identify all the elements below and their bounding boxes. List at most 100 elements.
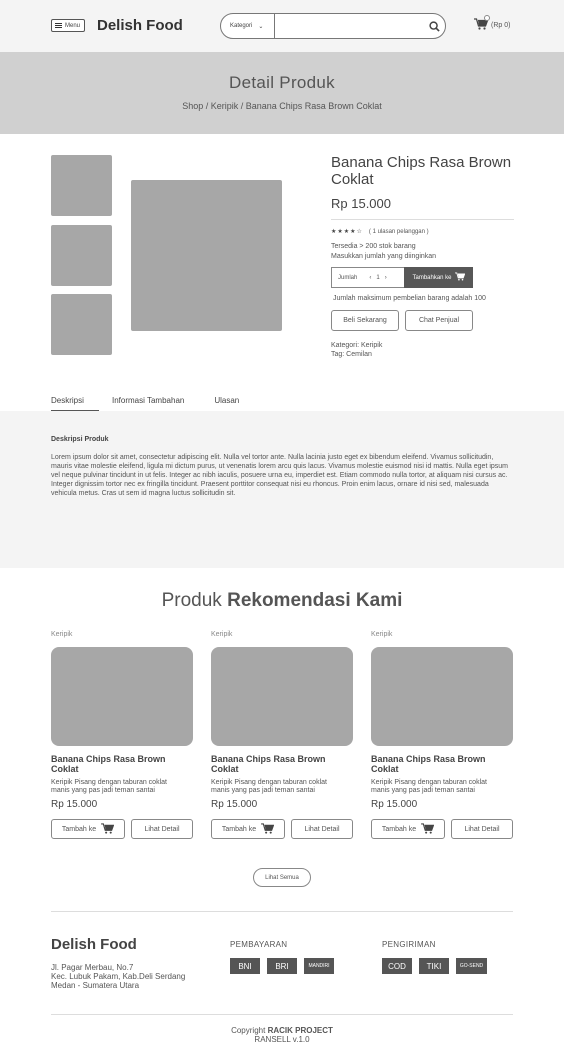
search-icon[interactable]: [423, 20, 445, 32]
product-tabs: Deskripsi Informasi Tambahan Ulasan: [51, 396, 239, 411]
add-label: Tambah ke: [61, 825, 97, 833]
product-tag[interactable]: Tag: Cemilan: [331, 350, 382, 359]
category-dropdown[interactable]: Kategori ⌄: [221, 14, 275, 38]
shipping-gosend-badge: GO-SEND: [456, 958, 487, 974]
cart-icon: [454, 272, 465, 283]
qty-label: Jumlah: [338, 274, 358, 281]
card-description: Keripik Pisang dengan taburan coklat man…: [371, 779, 487, 794]
cart-badge: [484, 15, 490, 21]
cart-icon: [261, 822, 275, 836]
payment-bri-badge: BRI: [267, 958, 297, 974]
divider: [51, 911, 513, 912]
add-to-cart-button[interactable]: Tambah ke: [371, 819, 445, 839]
rec-title-bold: Rekomendasi Kami: [227, 590, 403, 611]
chevron-left-icon[interactable]: ‹: [369, 275, 371, 281]
view-detail-button[interactable]: Lihat Detail: [131, 819, 193, 839]
product-category[interactable]: Kategori: Keripik: [331, 341, 382, 350]
shipping-heading: PENGIRIMAN: [382, 940, 436, 949]
shipping-cod-badge: COD: [382, 958, 412, 974]
cart-icon: [421, 822, 435, 836]
quantity-row: Jumlah ‹ 1 › Tambahkan ke: [331, 267, 473, 288]
copyright-line: Copyright RACIK PROJECT: [0, 1026, 564, 1035]
payment-heading: PEMBAYARAN: [230, 940, 288, 949]
tab-reviews[interactable]: Ulasan: [214, 396, 239, 411]
category-label: Kategori: [230, 23, 253, 29]
menu-label: Menu: [65, 22, 81, 29]
search-bar: Kategori ⌄: [220, 13, 446, 39]
card-image[interactable]: [211, 647, 353, 746]
card-price: Rp 15.000: [371, 799, 418, 810]
see-all-button[interactable]: Lihat Semua: [253, 868, 311, 887]
card-actions: Tambah ke Lihat Detail: [371, 819, 513, 839]
recommendations-title: Produk Rekomendasi Kami: [0, 590, 564, 612]
add-to-cart-button[interactable]: Tambah ke: [211, 819, 285, 839]
description-heading: Deskripsi Produk: [51, 436, 109, 443]
copyright-prefix: Copyright: [231, 1026, 266, 1035]
max-purchase-note: Jumlah maksimum pembelian barang adalah …: [333, 295, 486, 302]
card-actions: Tambah ke Lihat Detail: [51, 819, 193, 839]
card-image[interactable]: [371, 647, 513, 746]
hamburger-icon: [55, 23, 62, 28]
product-card: Keripik Banana Chips Rasa Brown Coklat K…: [371, 631, 513, 839]
divider: [51, 1014, 513, 1015]
card-description: Keripik Pisang dengan taburan coklat man…: [211, 779, 327, 794]
card-name[interactable]: Banana Chips Rasa Brown Coklat: [51, 754, 181, 774]
chat-seller-button[interactable]: Chat Penjual: [405, 310, 473, 331]
address-line: Kec. Lubuk Pakam, Kab.Deli Serdang: [51, 972, 186, 981]
cart-button[interactable]: (Rp 0): [474, 15, 511, 32]
product-title: Banana Chips Rasa Brown Coklat: [331, 154, 512, 188]
card-category[interactable]: Keripik: [371, 631, 513, 638]
quantity-stepper[interactable]: Jumlah ‹ 1 ›: [331, 267, 404, 288]
buy-now-button[interactable]: Beli Sekarang: [331, 310, 399, 331]
rec-title-light: Produk: [161, 590, 222, 611]
site-header: Menu Delish Food Kategori ⌄ (Rp 0): [0, 0, 564, 52]
review-count[interactable]: ( 1 ulasan pelanggan ): [369, 229, 429, 235]
chevron-right-icon[interactable]: ›: [385, 275, 387, 281]
thumbnail-2[interactable]: [51, 225, 112, 286]
thumbnail-1[interactable]: [51, 155, 112, 216]
footer-address: Jl. Pagar Merbau, No.7 Kec. Lubuk Pakam,…: [51, 963, 185, 990]
page-banner: Detail Produk Shop / Keripik / Banana Ch…: [0, 52, 564, 134]
product-card: Keripik Banana Chips Rasa Brown Coklat K…: [51, 631, 193, 839]
stock-info: Tersedia > 200 stok barang Masukkan juml…: [331, 242, 436, 262]
add-label: Tambah ke: [381, 825, 417, 833]
view-detail-button[interactable]: Lihat Detail: [291, 819, 353, 839]
stock-text: Tersedia > 200 stok barang: [331, 243, 416, 250]
tab-description[interactable]: Deskripsi: [51, 396, 99, 411]
payment-mandiri-badge: MANDIRI: [304, 958, 334, 974]
description-text: Lorem ipsum dolor sit amet, consectetur …: [51, 454, 509, 497]
breadcrumb[interactable]: Shop / Keripik / Banana Chips Rasa Brown…: [0, 101, 564, 111]
add-label: Tambah ke: [221, 825, 257, 833]
cart-total: (Rp 0): [491, 21, 511, 29]
card-category[interactable]: Keripik: [211, 631, 353, 638]
product-price: Rp 15.000: [331, 196, 391, 211]
star-rating-icon: ★★★★☆: [331, 229, 363, 235]
card-name[interactable]: Banana Chips Rasa Brown Coklat: [211, 754, 341, 774]
shipping-tiki-badge: TIKI: [419, 958, 449, 974]
tab-additional-info[interactable]: Informasi Tambahan: [112, 396, 184, 411]
version: RANSELL v.1.0: [254, 1035, 310, 1044]
cart-icon: [101, 822, 115, 836]
product-rating: ★★★★☆ ( 1 ulasan pelanggan ): [331, 228, 429, 236]
menu-button[interactable]: Menu: [51, 19, 85, 32]
address-line: Medan - Sumatera Utara: [51, 981, 140, 990]
card-category[interactable]: Keripik: [51, 631, 193, 638]
card-price: Rp 15.000: [51, 799, 98, 810]
search-input[interactable]: [275, 14, 423, 38]
product-card: Keripik Banana Chips Rasa Brown Coklat K…: [211, 631, 353, 839]
card-price: Rp 15.000: [211, 799, 258, 810]
card-name[interactable]: Banana Chips Rasa Brown Coklat: [371, 754, 501, 774]
add-to-cart-button[interactable]: Tambahkan ke: [404, 267, 473, 288]
card-actions: Tambah ke Lihat Detail: [211, 819, 353, 839]
copyright-owner: RACIK PROJECT: [267, 1026, 333, 1035]
product-main-image: [131, 180, 282, 331]
brand-logo[interactable]: Delish Food: [97, 17, 183, 34]
page-title: Detail Produk: [229, 73, 335, 92]
view-detail-button[interactable]: Lihat Detail: [451, 819, 513, 839]
card-image[interactable]: [51, 647, 193, 746]
description-panel: Deskripsi Produk Lorem ipsum dolor sit a…: [0, 411, 564, 568]
add-to-cart-button[interactable]: Tambah ke: [51, 819, 125, 839]
thumbnail-3[interactable]: [51, 294, 112, 355]
payment-bni-badge: BNI: [230, 958, 260, 974]
qty-hint: Masukkan jumlah yang diinginkan: [331, 253, 437, 260]
